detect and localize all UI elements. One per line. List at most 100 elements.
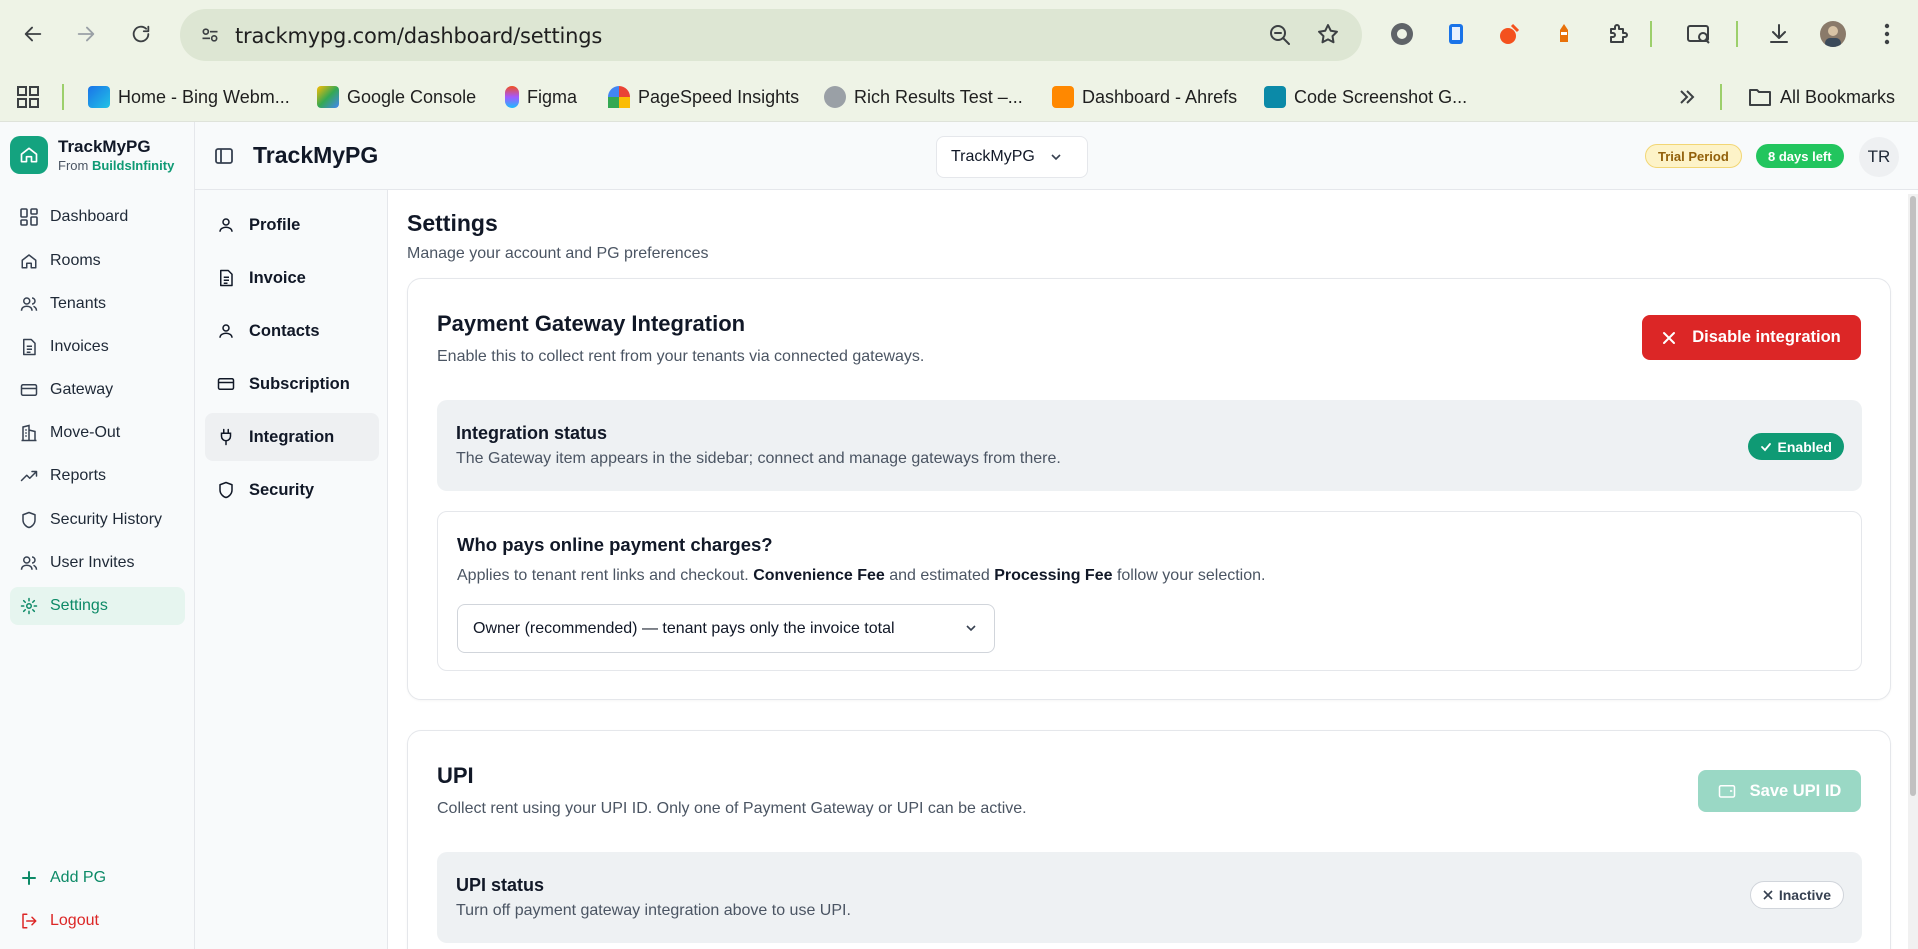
all-bookmarks-label: All Bookmarks xyxy=(1780,86,1896,107)
convenience-fee-text: Convenience Fee xyxy=(753,567,885,584)
settings-tab-contacts[interactable]: Contacts xyxy=(205,307,379,355)
home-icon xyxy=(20,252,38,270)
who-pays-box: Who pays online payment charges? Applies… xyxy=(437,511,1862,671)
bookmarks-separator xyxy=(62,84,64,110)
url-text[interactable]: trackmypg.com/dashboard/settings xyxy=(235,24,602,48)
bookmark-code-screenshot[interactable]: Code Screenshot G... xyxy=(1264,84,1467,110)
upi-card-subtitle: Collect rent using your UPI ID. Only one… xyxy=(437,800,1027,817)
bookmark-ahrefs[interactable]: Dashboard - Ahrefs xyxy=(1052,84,1237,110)
tab-search-icon[interactable] xyxy=(1686,21,1712,47)
address-bar[interactable]: trackmypg.com/dashboard/settings xyxy=(180,9,1362,61)
bookmarks-separator xyxy=(1720,84,1722,110)
all-bookmarks[interactable]: All Bookmarks xyxy=(1748,84,1895,110)
bookmark-label: Rich Results Test –... xyxy=(854,86,1023,107)
sidebar-item-label: Move-Out xyxy=(50,424,121,441)
zoom-icon[interactable] xyxy=(1268,23,1292,52)
trend-icon xyxy=(20,467,38,485)
extensions-puzzle-icon[interactable] xyxy=(1605,21,1631,47)
settings-tab-security[interactable]: Security xyxy=(205,466,379,514)
google-console-icon xyxy=(317,86,339,108)
disable-integration-button[interactable]: Disable integration xyxy=(1642,315,1861,360)
bookmarks-overflow-icon[interactable] xyxy=(1678,84,1696,110)
add-pg-button[interactable]: Add PG xyxy=(10,859,185,897)
bookmark-star-icon[interactable] xyxy=(1316,22,1340,51)
menu-dots-icon[interactable] xyxy=(1874,21,1900,47)
sidebar-item-label: Security History xyxy=(50,511,163,528)
sidebar-item-security-history[interactable]: Security History xyxy=(10,501,185,539)
grid-icon xyxy=(20,208,38,226)
brand[interactable]: TrackMyPG From BuildsInfinity xyxy=(10,136,174,174)
settings-tab-profile[interactable]: Profile xyxy=(205,201,379,249)
settings-tab-invoice[interactable]: Invoice xyxy=(205,254,379,302)
file-icon xyxy=(220,269,233,287)
upi-status-title: UPI status xyxy=(456,875,545,895)
sidebar-item-reports[interactable]: Reports xyxy=(10,457,185,495)
bookmark-figma[interactable]: Figma xyxy=(505,84,577,110)
who-pays-description: Applies to tenant rent links and checkou… xyxy=(457,567,1265,585)
download-icon[interactable] xyxy=(1766,21,1792,47)
sidebar-item-label: Rooms xyxy=(50,252,101,269)
bookmark-pagespeed[interactable]: PageSpeed Insights xyxy=(608,84,799,110)
pg-selector-value: TrackMyPG xyxy=(951,148,1035,165)
gear-icon xyxy=(20,597,38,615)
page-scrollbar[interactable] xyxy=(1908,194,1918,949)
sidebar-item-tenants[interactable]: Tenants xyxy=(10,285,185,323)
bing-icon xyxy=(88,86,110,108)
days-left-badge: 8 days left xyxy=(1756,144,1844,168)
integration-status-title: Integration status xyxy=(456,423,608,443)
apps-grid-icon[interactable] xyxy=(17,84,39,110)
app-root: TrackMyPG From BuildsInfinity Dashboard … xyxy=(0,122,1918,949)
forward-icon[interactable] xyxy=(72,20,100,48)
ahrefs-icon xyxy=(1052,86,1074,108)
sidebar-item-settings[interactable]: Settings xyxy=(10,587,185,625)
settings-tab-subscription[interactable]: Subscription xyxy=(205,360,379,408)
sidebar-item-label: Settings xyxy=(50,597,108,614)
settings-tab-integration[interactable]: Integration xyxy=(205,413,379,461)
pagespeed-icon xyxy=(608,86,630,108)
sidebar-item-label: Dashboard xyxy=(50,208,129,225)
bookmark-label: Code Screenshot G... xyxy=(1294,86,1468,107)
logout-button[interactable]: Logout xyxy=(10,902,185,940)
reload-icon[interactable] xyxy=(127,20,155,48)
building-icon xyxy=(20,424,38,442)
chevron-down-icon xyxy=(1051,154,1061,161)
extension-1-icon[interactable] xyxy=(1389,21,1415,47)
add-pg-label: Add PG xyxy=(50,869,107,886)
who-pays-select[interactable]: Owner (recommended) — tenant pays only t… xyxy=(457,604,995,653)
site-settings-icon[interactable] xyxy=(200,25,220,50)
save-upi-button[interactable]: Save UPI ID xyxy=(1698,770,1861,812)
bookmark-label: Figma xyxy=(527,86,578,107)
sidebar-toggle-icon[interactable] xyxy=(215,147,233,170)
bookmark-bing[interactable]: Home - Bing Webm... xyxy=(88,84,290,110)
extension-3-icon[interactable] xyxy=(1497,21,1523,47)
sidebar-item-invoices[interactable]: Invoices xyxy=(10,328,185,366)
pg-selector[interactable]: TrackMyPG xyxy=(936,136,1088,178)
sidebar-item-move-out[interactable]: Move-Out xyxy=(10,414,185,452)
upi-card: UPI Collect rent using your UPI ID. Only… xyxy=(407,730,1891,949)
processing-fee-text: Processing Fee xyxy=(994,567,1113,584)
bookmark-label: Home - Bing Webm... xyxy=(118,86,290,107)
sidebar-item-label: Gateway xyxy=(50,381,114,398)
profile-avatar-icon[interactable] xyxy=(1820,21,1846,47)
extension-4-icon[interactable] xyxy=(1551,21,1577,47)
brand-from: From xyxy=(58,158,89,173)
avatar[interactable]: TR xyxy=(1859,137,1899,177)
back-icon[interactable] xyxy=(19,20,47,48)
scrollbar-thumb[interactable] xyxy=(1910,196,1916,796)
sidebar-item-dashboard[interactable]: Dashboard xyxy=(10,198,185,236)
bookmark-google-console[interactable]: Google Console xyxy=(317,84,476,110)
status-badge: Enabled xyxy=(1747,433,1844,460)
upi-status-box: UPI status Turn off payment gateway inte… xyxy=(437,852,1862,943)
extension-2-icon[interactable] xyxy=(1443,21,1469,47)
bookmarks-bar: Home - Bing Webm... Google Console Figma… xyxy=(0,72,1918,122)
who-pays-text: Applies to tenant rent links and checkou… xyxy=(457,567,749,584)
sidebar-item-user-invites[interactable]: User Invites xyxy=(10,544,185,582)
integration-status-description: The Gateway item appears in the sidebar;… xyxy=(456,450,1061,467)
save-upi-label: Save UPI ID xyxy=(1749,781,1842,800)
toolbar-separator xyxy=(1736,21,1738,47)
sidebar-item-rooms[interactable]: Rooms xyxy=(10,242,185,280)
bookmark-label: Google Console xyxy=(347,86,477,107)
bookmark-rich-results[interactable]: Rich Results Test –... xyxy=(824,84,1023,110)
logout-icon xyxy=(20,912,38,930)
sidebar-item-gateway[interactable]: Gateway xyxy=(10,371,185,409)
